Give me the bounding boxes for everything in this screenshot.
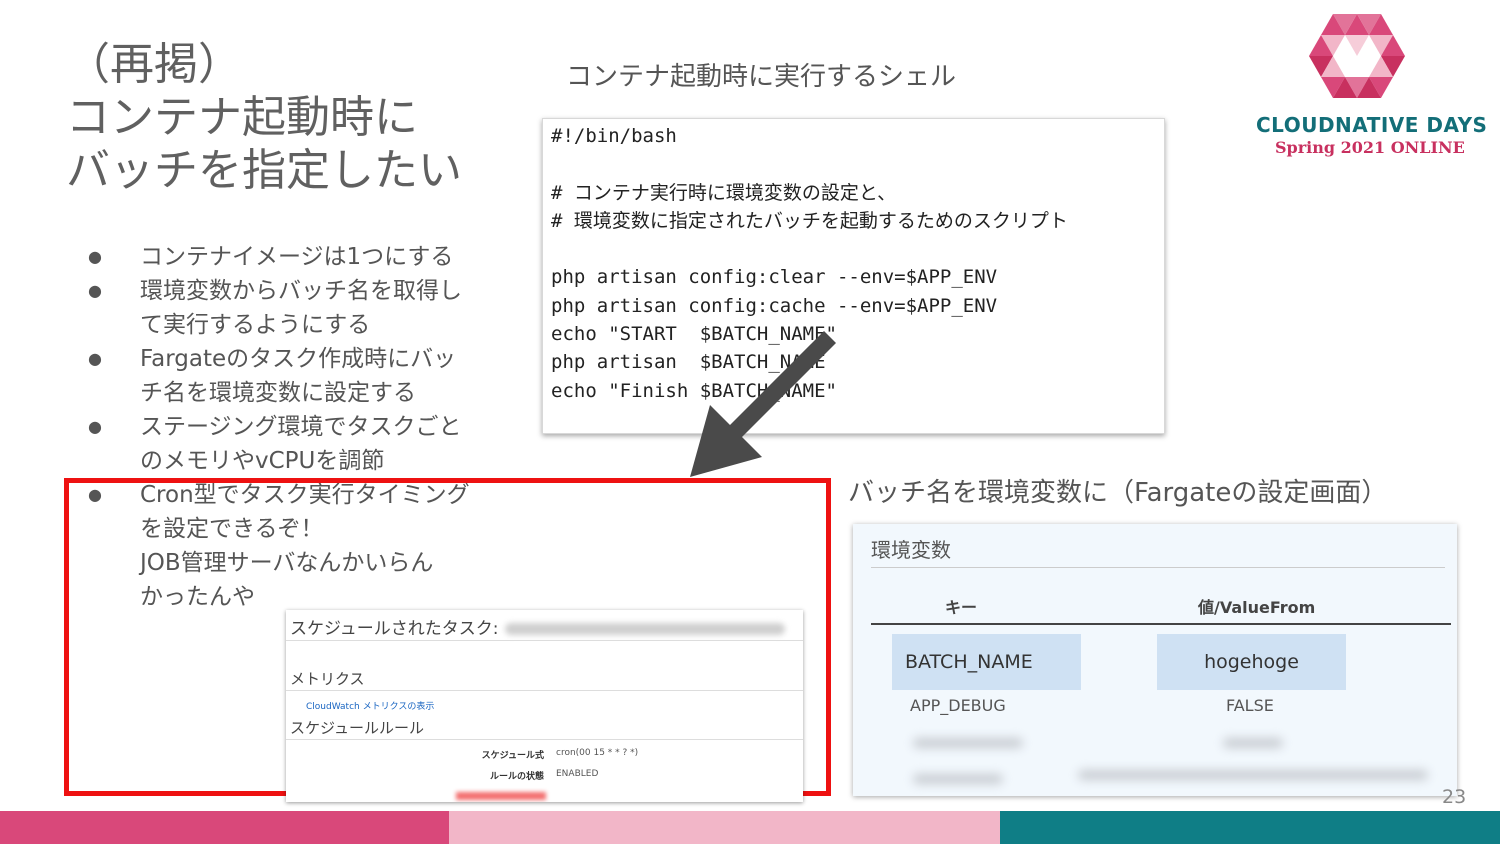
shell-code-block: #!/bin/bash # コンテナ実行時に環境変数の設定と、 # 環境変数に指… [542,118,1165,434]
blurred-row [1078,770,1428,780]
env-value-field[interactable]: hogehoge [1157,634,1346,690]
divider [286,690,803,691]
env-value-text: FALSE [1226,696,1274,715]
divider [871,567,1445,568]
cloudwatch-link[interactable]: CloudWatch メトリクスの表示 [306,699,434,712]
bullet-dot-icon: ● [88,281,102,300]
code-line: # コンテナ実行時に環境変数の設定と、 [551,181,897,204]
title-line: バッチを指定したい [66,145,462,196]
code-line: php artisan config:clear --env=$APP_ENV [551,266,998,289]
blurred-task-name [504,623,785,635]
schedule-expression-label: スケジュール式 [481,751,544,761]
blurred-row [1223,738,1283,748]
fargate-caption: バッチ名を環境変数に（Fargateの設定画面） [848,478,1388,508]
scheduled-task-screenshot: スケジュールされたタスク: メトリクス CloudWatch メトリクスの表示 … [286,610,803,802]
shell-caption: コンテナ起動時に実行するシェル [566,62,957,92]
task-heading: スケジュールされたタスク: [290,614,785,639]
code-line: php artisan config:cache --env=$APP_ENV [551,294,998,317]
slide-title: （再掲） コンテナ起動時に バッチを指定したい [66,38,462,197]
footer-bar-segment [1000,811,1500,844]
bullet-item: ● ステージング環境でタスクごと のメモリやvCPUを調節 [88,410,508,478]
bullet-item: ● Fargateのタスク作成時にバッ チ名を環境変数に設定する [88,342,508,410]
column-header-value: 値/ValueFrom [1198,598,1316,617]
divider [286,640,803,641]
code-line: php artisan $BATCH_NAME [551,351,826,374]
env-key-field[interactable]: BATCH_NAME [892,634,1081,690]
divider [871,623,1451,625]
title-line: （再掲） [66,39,242,90]
env-key-text: APP_DEBUG [910,696,1006,715]
schedule-rule-heading: スケジュールルール [290,719,424,737]
env-vars-screenshot: 環境変数 キー 値/ValueFrom BATCH_NAME hogehoge … [853,524,1457,796]
column-header-key: キー [945,598,978,617]
bullet-item: ● 環境変数からバッチ名を取得し て実行するようにする [88,274,508,342]
footer-bar-segment [0,811,449,844]
code-line: #!/bin/bash [551,125,677,147]
page-number: 23 [1442,786,1467,808]
bullet-dot-icon: ● [88,417,102,436]
bullet-dot-icon: ● [88,349,102,368]
logo-subtitle: Spring 2021 ONLINE [1275,138,1465,157]
blurred-row [913,738,1023,748]
arrow-icon [690,330,837,477]
env-panel-title: 環境変数 [871,538,951,562]
rule-state-label: ルールの状態 [489,772,544,782]
code-line: # 環境変数に指定されたバッチを起動するためのスクリプト [551,209,1068,232]
rule-state-value: ENABLED [556,769,599,779]
bullet-dot-icon: ● [88,247,102,266]
code-line: echo "START $BATCH_NAME" [551,323,837,346]
footer-bar-segment [449,811,1000,844]
schedule-expression-value: cron(00 15 * * ? *) [556,748,639,758]
divider [286,739,803,740]
blurred-row [913,774,1003,784]
code-line: echo "Finish $BATCH_NAME" [551,379,837,402]
logo-name: CLOUDNATIVE DAYS [1256,113,1488,137]
bullet-item: ● コンテナイメージは1つにする [88,240,508,274]
title-line: コンテナ起動時に [66,92,418,143]
metrics-heading: メトリクス [290,670,365,688]
cut-off-row [456,792,546,800]
